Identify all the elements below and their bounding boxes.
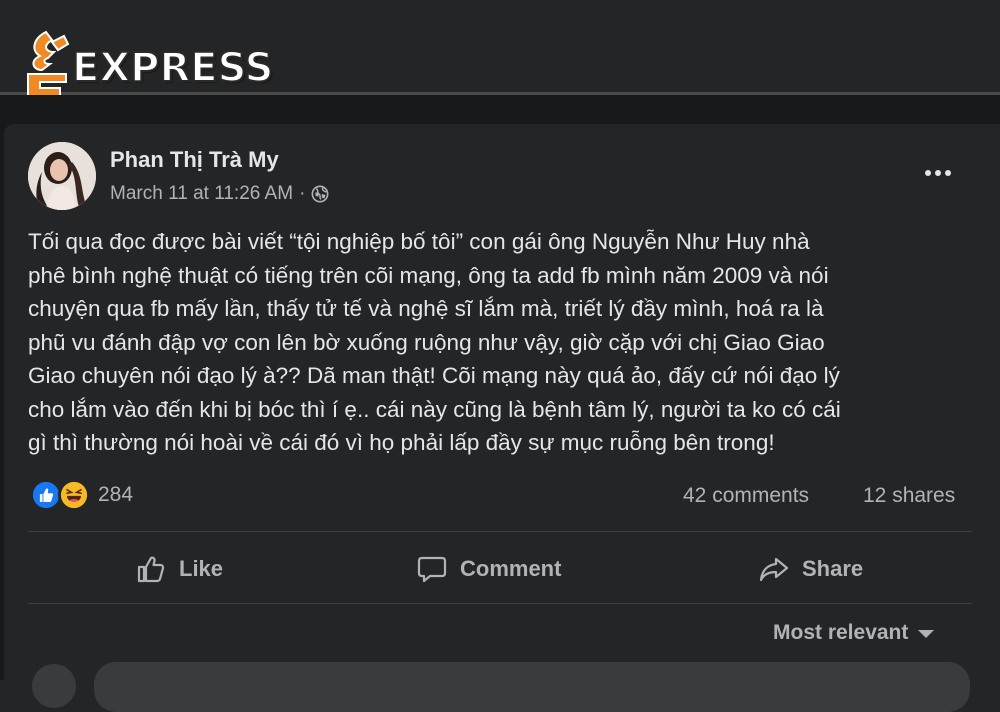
- stats-divider: [28, 531, 972, 532]
- logo-text: EXPRESS: [71, 44, 274, 92]
- thumbs-up-icon: [137, 556, 165, 583]
- dot: [945, 170, 951, 176]
- dot: [925, 170, 931, 176]
- commenter-avatar[interactable]: [32, 664, 76, 708]
- sort-label: Most relevant: [773, 621, 909, 644]
- shares-count[interactable]: 12 shares: [863, 484, 955, 508]
- actions-divider: [28, 603, 972, 604]
- more-options-icon[interactable]: [925, 165, 959, 181]
- globe-icon[interactable]: [311, 185, 329, 203]
- post-meta: March 11 at 11:26 AM ·: [110, 183, 329, 205]
- like-label: Like: [179, 556, 224, 581]
- dot: [935, 170, 941, 176]
- meta-separator: ·: [299, 183, 306, 204]
- post-timestamp[interactable]: March 11 at 11:26 AM: [110, 183, 293, 205]
- comment-label: Comment: [460, 556, 562, 581]
- comments-count[interactable]: 42 comments: [683, 484, 809, 508]
- reactions-summary[interactable]: 284: [30, 479, 133, 511]
- comment-bubble-icon: [417, 556, 447, 583]
- comment-bubble: [94, 662, 970, 712]
- share-button[interactable]: Share: [758, 549, 863, 589]
- share-label: Share: [802, 556, 864, 581]
- share-arrow-icon: [759, 557, 789, 582]
- comment-button[interactable]: Comment: [416, 549, 561, 589]
- author-avatar[interactable]: [28, 142, 96, 210]
- haha-reaction-icon: [58, 479, 90, 511]
- reaction-count: 284: [98, 483, 134, 506]
- comment-sort-dropdown[interactable]: Most relevant: [773, 621, 935, 645]
- caret-down-icon: [918, 630, 935, 638]
- avatar-photo-icon: [28, 142, 96, 210]
- post-body: Tối qua đọc được bài viết “tội nghiệp bố…: [28, 229, 841, 455]
- like-button[interactable]: Like: [135, 549, 223, 589]
- post-author-name[interactable]: Phan Thị Trà My: [110, 147, 279, 173]
